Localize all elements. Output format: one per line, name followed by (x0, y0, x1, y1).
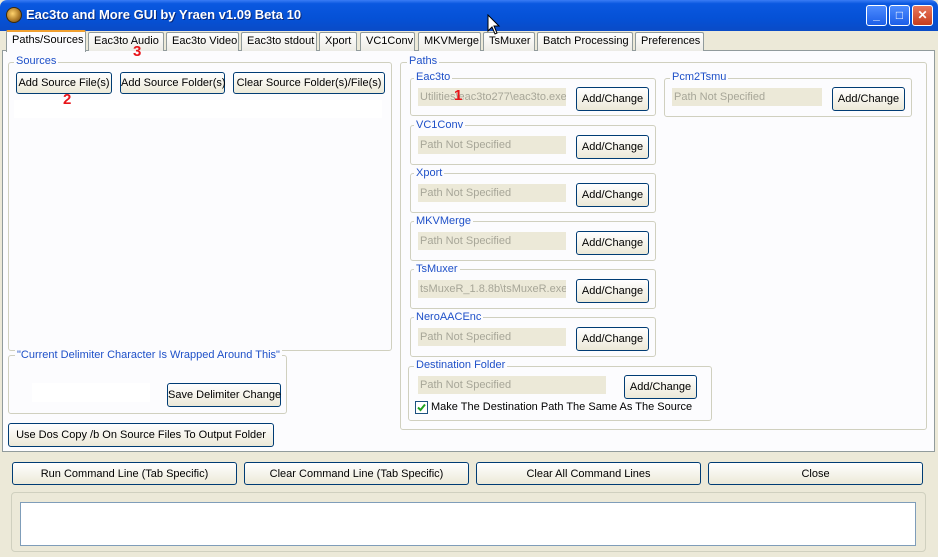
tab-eac3to-stdout[interactable]: Eac3to stdout (241, 32, 317, 51)
xport-label: Xport (414, 167, 445, 180)
save-delimiter-button[interactable]: Save Delimiter Change (167, 383, 281, 407)
checkmark-icon (417, 403, 426, 412)
clear-sources-button[interactable]: Clear Source Folder(s)/File(s) (233, 72, 385, 94)
sources-group-label: Sources (14, 55, 59, 68)
clear-all-command-lines-button[interactable]: Clear All Command Lines (476, 462, 701, 485)
tab-batch-processing[interactable]: Batch Processing (537, 32, 633, 51)
pcm2tsmu-add-change-button[interactable]: Add/Change (832, 87, 905, 111)
vc1conv-add-change-button[interactable]: Add/Change (576, 135, 649, 159)
xport-add-change-button[interactable]: Add/Change (576, 183, 649, 207)
delimiter-input[interactable] (32, 383, 150, 402)
command-output-box[interactable] (20, 502, 916, 546)
same-as-source-checkbox[interactable] (415, 401, 428, 414)
tsmuxer-path-field: tsMuxeR_1.8.8b\tsMuxeR.exe (418, 280, 566, 298)
marker-2: 2 (63, 91, 72, 108)
dos-copy-button[interactable]: Use Dos Copy /b On Source Files To Outpu… (8, 423, 274, 447)
mkvmerge-path-field: Path Not Specified (418, 232, 566, 250)
tab-mkvmerge[interactable]: MKVMerge (418, 32, 481, 51)
tsmuxer-add-change-button[interactable]: Add/Change (576, 279, 649, 303)
tab-paths-sources[interactable]: Paths/Sources (6, 30, 86, 52)
pcm2tsmu-path-field: Path Not Specified (672, 88, 822, 106)
eac3to-label: Eac3to (414, 71, 453, 84)
mouse-cursor-icon (487, 14, 501, 35)
minimize-button[interactable]: _ (866, 5, 887, 26)
paths-group-label: Paths (407, 55, 440, 68)
tab-xport[interactable]: Xport (319, 32, 357, 51)
close-window-button[interactable]: ✕ (912, 5, 933, 26)
vc1conv-path-field: Path Not Specified (418, 136, 566, 154)
neroaacenc-path-field: Path Not Specified (418, 328, 566, 346)
destination-path-field: Path Not Specified (418, 376, 606, 394)
run-command-line-button[interactable]: Run Command Line (Tab Specific) (12, 462, 237, 485)
eac3to-add-change-button[interactable]: Add/Change (576, 87, 649, 111)
same-as-source-label: Make The Destination Path The Same As Th… (431, 401, 693, 413)
destination-label: Destination Folder (414, 359, 508, 372)
eac3to-path-field: Utilities\eac3to277\eac3to.exe (418, 88, 566, 106)
close-button[interactable]: Close (708, 462, 923, 485)
tab-eac3to-audio[interactable]: Eac3to Audio (88, 32, 164, 51)
tab-vc1conv[interactable]: VC1Conv (360, 32, 415, 51)
xport-path-field: Path Not Specified (418, 184, 566, 202)
vc1conv-label: VC1Conv (414, 119, 466, 132)
mkvmerge-add-change-button[interactable]: Add/Change (576, 231, 649, 255)
destination-add-change-button[interactable]: Add/Change (624, 375, 697, 399)
maximize-button[interactable]: □ (889, 5, 910, 26)
tsmuxer-label: TsMuxer (414, 263, 460, 276)
mkvmerge-label: MKVMerge (414, 215, 474, 228)
marker-1: 1 (454, 87, 463, 104)
neroaacenc-add-change-button[interactable]: Add/Change (576, 327, 649, 351)
app-icon[interactable] (6, 7, 22, 23)
tab-preferences[interactable]: Preferences (635, 32, 704, 51)
clear-command-line-button[interactable]: Clear Command Line (Tab Specific) (244, 462, 469, 485)
tab-eac3to-video[interactable]: Eac3to Video (166, 32, 239, 51)
window-title: Eac3to and More GUI by Yraen v1.09 Beta … (26, 7, 302, 22)
add-source-folders-button[interactable]: Add Source Folder(s) (120, 72, 226, 94)
marker-3: 3 (133, 43, 142, 60)
delimiter-group-label: "Current Delimiter Character Is Wrapped … (15, 349, 282, 362)
pcm2tsmu-label: Pcm2Tsmu (670, 71, 729, 84)
neroaacenc-label: NeroAACEnc (414, 311, 484, 324)
